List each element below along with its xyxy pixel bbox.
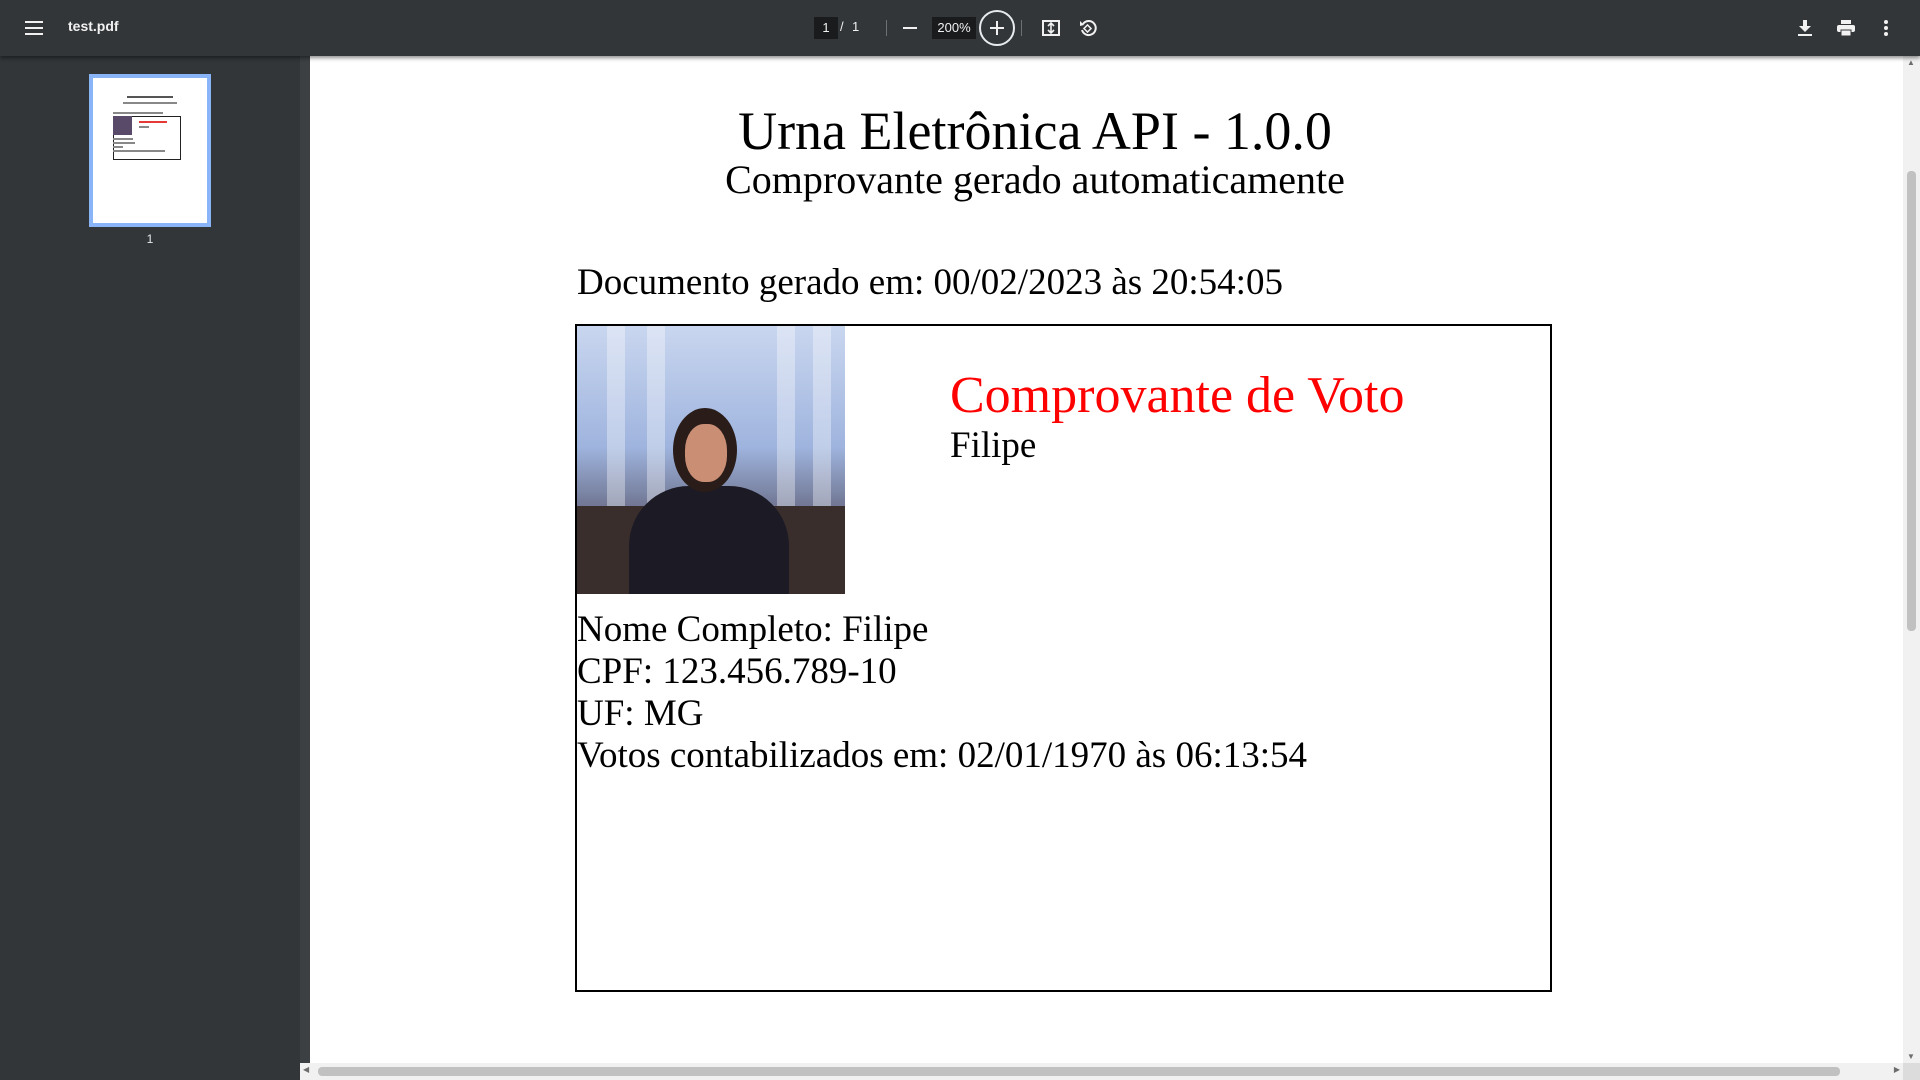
- document-title: test.pdf: [68, 18, 119, 34]
- sidebar-resize-handle[interactable]: [300, 56, 310, 1080]
- scroll-right-icon[interactable]: ▶: [1894, 1065, 1900, 1074]
- scroll-down-icon[interactable]: ▼: [1907, 1052, 1915, 1061]
- more-vertical-icon: [1884, 20, 1888, 36]
- horizontal-scroll-thumb[interactable]: [318, 1067, 1840, 1076]
- thumbnail-heading-line: [139, 121, 167, 123]
- thumbnail-text-line: [113, 146, 123, 148]
- page-separator: /: [840, 19, 844, 34]
- hamburger-menu-icon[interactable]: [14, 8, 54, 48]
- page-total: 1: [852, 19, 860, 34]
- vertical-scroll-thumb[interactable]: [1907, 171, 1916, 631]
- thumbnail-photo: [113, 116, 132, 135]
- minus-icon: [903, 27, 917, 29]
- rotate-counterclockwise-icon: [1079, 19, 1097, 37]
- voter-name: Filipe: [950, 425, 1037, 466]
- plus-icon: [990, 21, 1004, 35]
- thumbnail-text-line: [123, 102, 177, 104]
- thumbnail-text-line: [113, 112, 163, 114]
- rotate-button[interactable]: [1068, 8, 1108, 48]
- print-button[interactable]: [1826, 8, 1866, 48]
- vote-timestamp-field: Votos contabilizados em: 02/01/1970 às 0…: [577, 735, 1308, 776]
- thumbnail-sidebar: 1: [0, 56, 300, 1080]
- thumbnail-text-line: [113, 150, 165, 152]
- scroll-left-icon[interactable]: ◀: [303, 1065, 309, 1074]
- scrollbar-corner: [1903, 1063, 1920, 1080]
- fit-to-page-button[interactable]: [1031, 8, 1071, 48]
- cpf-field: CPF: 123.456.789-10: [577, 651, 897, 692]
- thumbnail-text-line: [113, 142, 135, 144]
- page-thumbnail[interactable]: [89, 74, 211, 227]
- download-button[interactable]: [1785, 8, 1825, 48]
- zoom-out-button[interactable]: [890, 8, 930, 48]
- document-heading: Urna Eletrônica API - 1.0.0: [738, 101, 1332, 161]
- document-viewport: Urna Eletrônica API - 1.0.0 Comprovante …: [310, 56, 1920, 1080]
- uf-field: UF: MG: [577, 693, 704, 734]
- download-icon: [1798, 20, 1812, 36]
- toolbar-divider: [1021, 20, 1022, 36]
- print-icon: [1837, 20, 1855, 36]
- voter-photo: [577, 326, 845, 594]
- pdf-page: Urna Eletrônica API - 1.0.0 Comprovante …: [310, 56, 1903, 1064]
- zoom-in-button[interactable]: [979, 10, 1015, 46]
- full-name-field: Nome Completo: Filipe: [577, 609, 929, 650]
- vote-receipt-card: Comprovante de Voto Filipe Nome Completo…: [575, 324, 1552, 992]
- pdf-toolbar: test.pdf 1 / 1 200%: [0, 0, 1920, 56]
- more-actions-button[interactable]: [1866, 8, 1906, 48]
- generated-date-line: Documento gerado em: 00/02/2023 às 20:54…: [577, 262, 1283, 303]
- toolbar-divider: [886, 20, 887, 36]
- scroll-up-icon[interactable]: ▲: [1907, 58, 1915, 67]
- voter-details: Nome Completo: Filipe CPF: 123.456.789-1…: [577, 609, 1307, 777]
- thumbnail-text-line: [113, 138, 133, 140]
- thumbnail-text-line: [139, 126, 149, 128]
- thumbnail-page-label: 1: [146, 232, 154, 246]
- thumbnail-text-line: [127, 96, 173, 98]
- document-subheading: Comprovante gerado automaticamente: [725, 157, 1345, 202]
- zoom-level-input[interactable]: 200%: [932, 17, 976, 39]
- vertical-scrollbar[interactable]: ▲ ▼: [1903, 56, 1920, 1063]
- page-number-input[interactable]: 1: [814, 17, 838, 39]
- horizontal-scrollbar[interactable]: ◀ ▶: [300, 1063, 1903, 1080]
- fit-to-page-icon: [1042, 20, 1060, 36]
- receipt-heading: Comprovante de Voto: [950, 367, 1405, 424]
